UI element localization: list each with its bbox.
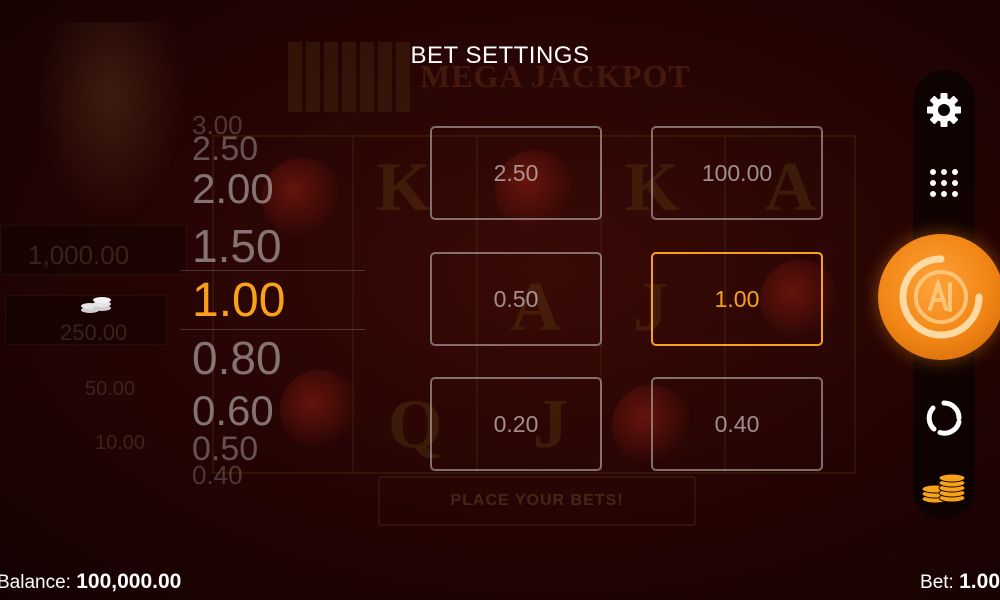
bet-picker[interactable]: 3.00 2.50 2.00 1.50 1.00 0.80 0.60 0.50 … — [180, 110, 370, 488]
picker-selection-line-top — [180, 270, 365, 271]
bet-value: 1.00 — [959, 570, 1000, 593]
picker-value[interactable]: 0.80 — [192, 335, 282, 381]
autoplay-button[interactable] — [913, 393, 975, 443]
bg-jackpot-panel-1 — [0, 225, 187, 275]
bet-option-button[interactable]: 0.40 — [651, 377, 823, 471]
bet-option-button[interactable]: 2.50 — [430, 126, 602, 220]
picker-selected-value[interactable]: 1.00 — [192, 277, 285, 325]
balance-label: Balance: — [0, 572, 71, 593]
picker-value[interactable]: 2.00 — [192, 168, 274, 210]
balance-display: Balance: 100,000.00 — [0, 570, 181, 594]
picker-value[interactable]: 0.60 — [192, 390, 274, 432]
spin-button[interactable] — [878, 234, 1000, 360]
bet-option-button[interactable]: 100.00 — [651, 126, 823, 220]
bet-option-button-selected[interactable]: 1.00 — [651, 252, 823, 346]
coins-icon — [81, 297, 111, 313]
settings-button[interactable] — [913, 85, 975, 135]
bet-settings-button[interactable] — [913, 463, 975, 513]
picker-value[interactable]: 2.50 — [192, 132, 258, 166]
dots-grid-icon — [930, 169, 958, 197]
coin-stack-icon — [921, 473, 966, 504]
bet-option-button[interactable]: 0.50 — [430, 252, 602, 346]
spin-icon — [899, 255, 983, 339]
bet-option-button[interactable]: 0.20 — [430, 377, 602, 471]
bg-amount-4: 10.00 — [95, 432, 146, 454]
picker-value[interactable]: 1.50 — [192, 223, 282, 269]
bg-symbol-k: K — [376, 149, 431, 226]
gear-icon — [927, 93, 961, 127]
picker-selection-line-bottom — [180, 329, 365, 330]
bet-label: Bet: — [920, 572, 954, 593]
bg-amount-3: 50.00 — [85, 378, 136, 400]
page-title: BET SETTINGS — [410, 42, 590, 69]
bg-place-bets-bar: PLACE YOUR BETS! — [378, 476, 696, 526]
bet-display: Bet: 1.00 — [920, 570, 1000, 594]
balance-value: 100,000.00 — [76, 570, 182, 593]
menu-button[interactable] — [913, 158, 975, 208]
bg-amount-2: 250.00 — [60, 320, 128, 345]
bg-amount-1: 1,000.00 — [28, 240, 130, 270]
picker-value[interactable]: 0.40 — [192, 462, 243, 488]
autoplay-icon — [926, 400, 962, 436]
